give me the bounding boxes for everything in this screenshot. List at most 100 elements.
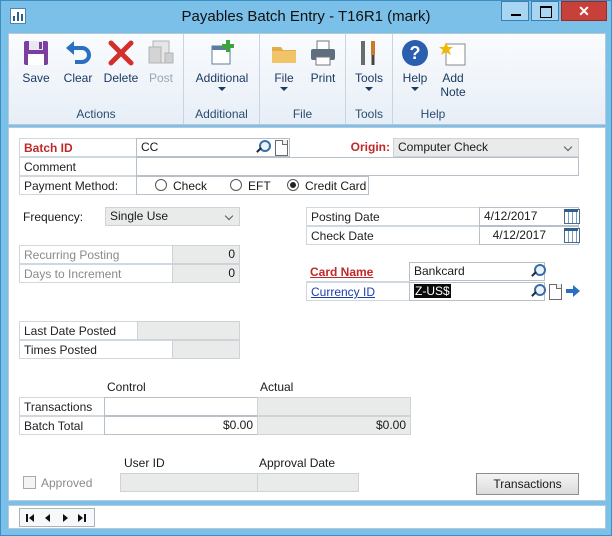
days-to-increment-field[interactable]: 0 [172,264,240,283]
save-label: Save [22,71,50,85]
batch-id-label: Batch ID [19,138,137,157]
user-id-label: User ID [124,456,165,470]
next-record-icon[interactable] [60,513,70,523]
post-button[interactable]: Post [143,38,179,100]
card-name-label[interactable]: Card Name [306,263,410,282]
days-to-increment-label: Days to Increment [19,264,173,283]
origin-value: Computer Check [398,140,489,154]
payment-check-label: Check [173,179,208,193]
first-record-icon[interactable] [26,513,36,523]
approval-date-label: Approval Date [259,456,336,470]
file-label: File [274,71,294,85]
print-label: Print [310,71,336,85]
currency-id-label[interactable]: Currency ID [306,282,410,301]
approved-label: Approved [41,476,93,490]
last-record-icon[interactable] [77,513,87,523]
chevron-down-icon [411,87,419,91]
transactions-button[interactable]: Transactions [476,473,579,495]
frequency-value: Single Use [110,209,169,223]
recurring-posting-field[interactable]: 0 [172,245,240,264]
batch-id-note-icon[interactable] [272,138,290,156]
clear-label: Clear [63,71,93,85]
currency-id-value: Z-US$ [414,284,451,298]
record-navigation [19,508,95,527]
currency-id-lookup-icon[interactable] [528,282,546,300]
ribbon-group-help: ? Help Add Note Help [393,34,473,124]
chevron-down-icon [562,139,576,156]
payment-eft-radio[interactable] [230,179,242,191]
control-transactions-field[interactable] [104,397,258,416]
ribbon-group-tools: Tools Tools [346,34,393,124]
user-id-field [120,473,258,492]
transactions-label: Transactions [19,397,105,416]
control-header: Control [107,380,146,394]
minimize-button[interactable] [501,1,529,21]
comment-field[interactable] [136,157,579,176]
tools-label: Tools [354,71,383,85]
previous-record-icon[interactable] [43,513,53,523]
additional-group-label: Additional [195,107,248,121]
chevron-down-icon [218,87,226,91]
clear-button[interactable]: Clear [57,38,99,100]
printer-icon [308,38,338,68]
payment-eft-label: EFT [248,179,271,193]
print-button[interactable]: Print [304,38,342,100]
times-posted-label: Times Posted [19,340,173,359]
additional-label: Additional [195,71,249,85]
check-date-calendar-icon[interactable] [562,226,580,244]
tools-group-label: Tools [354,107,383,121]
posting-date-label: Posting Date [306,207,480,226]
currency-id-note-icon[interactable] [546,282,564,300]
additional-button[interactable]: Additional [190,38,254,100]
batch-id-lookup-icon[interactable] [253,138,271,156]
origin-dropdown[interactable]: Computer Check [393,138,579,157]
actual-header: Actual [260,380,294,394]
check-date-label: Check Date [306,226,480,245]
title-bar[interactable]: Payables Batch Entry - T16R1 (mark) ✕ [1,1,611,31]
save-button[interactable]: Save [15,38,57,100]
payment-check-radio[interactable] [155,179,167,191]
delete-button[interactable]: Delete [99,38,143,100]
chevron-down-icon [280,87,288,91]
file-button[interactable]: File [266,38,302,100]
folder-icon [269,38,299,68]
add-note-button[interactable]: Add Note [435,38,471,100]
transactions-button-label: Transactions [493,477,562,491]
posting-date-value: 4/12/2017 [484,209,538,223]
add-note-label: Add Note [440,71,466,99]
actual-transactions-field [257,397,411,416]
actual-total-field: $0.00 [257,416,411,435]
frequency-dropdown[interactable]: Single Use [105,207,240,226]
file-group-label: File [292,107,313,121]
payment-method-group: Check EFT Credit Card [136,176,369,195]
card-name-field[interactable]: Bankcard [409,262,545,281]
red-x-icon [106,38,136,68]
close-button[interactable]: ✕ [561,1,607,21]
ribbon-group-actions: Save Clear Delete Post Actions [9,34,184,124]
help-label: Help [402,71,428,85]
card-name-lookup-icon[interactable] [528,262,546,280]
help-button[interactable]: ? Help [397,38,433,100]
tools-icon [354,38,384,68]
tools-button[interactable]: Tools [349,38,389,100]
post-document-icon [146,38,176,68]
payment-method-label: Payment Method: [19,176,137,195]
chevron-down-icon [365,87,373,91]
ribbon-group-additional: Additional Additional [184,34,260,124]
batch-total-label: Batch Total [19,416,105,435]
svg-text:?: ? [410,43,421,63]
maximize-button[interactable] [531,1,559,21]
control-total-field[interactable]: $0.00 [104,416,258,435]
recurring-posting-label: Recurring Posting [19,245,173,264]
currency-id-field[interactable]: Z-US$ [409,282,545,301]
status-bar [8,505,606,529]
posting-date-calendar-icon[interactable] [562,207,580,225]
floppy-disk-icon [21,38,51,68]
payment-credit-card-radio[interactable] [287,179,299,191]
ribbon-group-file: File Print File [260,34,346,124]
last-date-posted-label: Last Date Posted [19,321,138,340]
approved-checkbox[interactable] [23,476,36,489]
comment-label: Comment [19,157,137,176]
currency-id-go-arrow-icon[interactable] [564,282,582,300]
form-area: Batch ID CC Origin: Computer Check Comme… [8,127,606,501]
